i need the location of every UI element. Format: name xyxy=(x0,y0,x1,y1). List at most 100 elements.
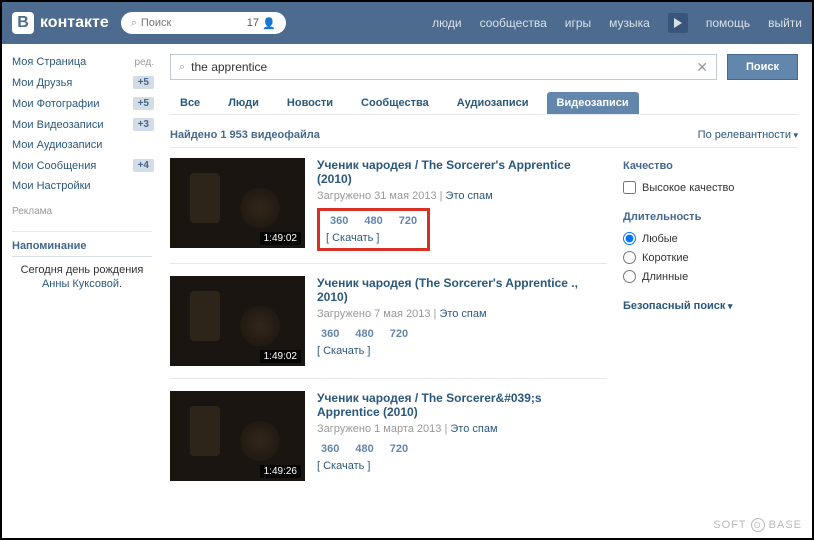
duration-option-2[interactable]: Длинные xyxy=(623,267,798,286)
sidebar-badge[interactable]: +4 xyxy=(133,159,154,172)
filter-quality-title: Качество xyxy=(623,160,798,172)
logo-icon: В xyxy=(12,12,34,34)
notification-count[interactable]: 17 xyxy=(247,17,259,29)
reminder-block: Напоминание Сегодня день рождения Анны К… xyxy=(12,231,152,291)
quality-480[interactable]: 480 xyxy=(351,441,377,457)
sidebar-item-label: Мои Настройки xyxy=(12,180,91,192)
video-meta: Загружено 7 мая 2013 | Это спам xyxy=(317,308,607,320)
quality-360[interactable]: 360 xyxy=(317,441,343,457)
duration-radio[interactable] xyxy=(623,270,636,283)
sidebar-item-1[interactable]: Мои Друзья +5 xyxy=(12,72,162,93)
sidebar-item-label: Моя Страница xyxy=(12,56,86,68)
nav-games[interactable]: игры xyxy=(565,16,591,30)
safe-search-toggle[interactable]: Безопасный поиск xyxy=(623,300,732,312)
tab-все[interactable]: Все xyxy=(170,92,210,114)
reminder-title: Напоминание xyxy=(12,240,152,257)
quality-360[interactable]: 360 xyxy=(317,326,343,342)
quality-720[interactable]: 720 xyxy=(386,441,412,457)
download-link[interactable]: [ Скачать ] xyxy=(317,460,607,472)
video-title[interactable]: Ученик чародея (The Sorcerer's Apprentic… xyxy=(317,276,607,304)
sidebar-item-label: Мои Фотографии xyxy=(12,98,99,110)
spam-link[interactable]: Это спам xyxy=(446,190,493,202)
video-title[interactable]: Ученик чародея / The Sorcerer's Apprenti… xyxy=(317,158,607,186)
tab-люди[interactable]: Люди xyxy=(218,92,269,114)
video-item: 1:49:02 Ученик чародея / The Sorcerer's A… xyxy=(170,158,607,264)
tab-аудиозаписи[interactable]: Аудиозаписи xyxy=(447,92,539,114)
sidebar-item-label: Мои Друзья xyxy=(12,77,72,89)
duration-option-0[interactable]: Любые xyxy=(623,229,798,248)
top-search[interactable]: ⌕ 17 👤 xyxy=(121,12,286,34)
reminder-text: Сегодня день рождения Анны Куксовой. xyxy=(12,263,152,291)
search-tabs: Все Люди Новости Сообщества Аудиозаписи Видео… xyxy=(170,92,798,115)
nav-music[interactable]: музыка xyxy=(609,16,650,30)
spam-link[interactable]: Это спам xyxy=(450,423,497,435)
sidebar-item-6[interactable]: Мои Настройки xyxy=(12,176,162,196)
hd-checkbox-input[interactable] xyxy=(623,181,636,194)
search-box[interactable]: ⌕ ✕ xyxy=(170,54,717,80)
tab-новости[interactable]: Новости xyxy=(277,92,343,114)
spam-link[interactable]: Это спам xyxy=(439,308,486,320)
main-content: ⌕ ✕ Поиск Все Люди Новости Сообщества Аудиоз… xyxy=(162,44,812,505)
quality-720[interactable]: 720 xyxy=(395,213,421,229)
filter-hd-checkbox[interactable]: Высокое качество xyxy=(623,178,798,197)
person-icon: 👤 xyxy=(262,17,276,30)
sidebar-item-2[interactable]: Мои Фотографии +5 xyxy=(12,93,162,114)
sidebar-item-label: Мои Аудиозаписи xyxy=(12,139,102,151)
download-link[interactable]: [ Скачать ] xyxy=(326,232,421,244)
nav-communities[interactable]: сообщества xyxy=(480,16,547,30)
clear-icon[interactable]: ✕ xyxy=(696,59,708,76)
watermark: SOFT O BASE xyxy=(713,518,802,532)
tab-сообщества[interactable]: Сообщества xyxy=(351,92,439,114)
header: В контакте ⌕ 17 👤 люди сообщества игры м… xyxy=(2,2,812,44)
sidebar-badge[interactable]: +5 xyxy=(133,97,154,110)
video-duration: 1:49:02 xyxy=(260,232,301,245)
highlighted-box: 360 480 720 [ Скачать ] xyxy=(317,208,430,251)
video-item: 1:49:02 Ученик чародея (The Sorcerer's Ap… xyxy=(170,276,607,379)
sort-dropdown[interactable]: По релевантности xyxy=(698,129,798,141)
sidebar: Моя Страницаред.Мои Друзья+5Мои Фотограф… xyxy=(2,44,162,505)
search-icon: ⌕ xyxy=(131,17,137,30)
sidebar-item-0[interactable]: Моя Страница ред. xyxy=(12,52,162,72)
filters-panel: Качество Высокое качество Длительность Л… xyxy=(623,158,798,505)
quality-480[interactable]: 480 xyxy=(360,213,386,229)
duration-radio[interactable] xyxy=(623,251,636,264)
reminder-link[interactable]: Анны Куксовой xyxy=(42,278,119,290)
download-link[interactable]: [ Скачать ] xyxy=(317,345,607,357)
video-list: 1:49:02 Ученик чародея / The Sorcerer's A… xyxy=(170,158,607,505)
search-button[interactable]: Поиск xyxy=(727,54,798,80)
sidebar-item-5[interactable]: Мои Сообщения +4 xyxy=(12,155,162,176)
nav-help[interactable]: помощь xyxy=(706,16,750,30)
sidebar-badge[interactable]: +5 xyxy=(133,76,154,89)
nav-people[interactable]: люди xyxy=(432,16,461,30)
search-input[interactable] xyxy=(191,60,696,74)
video-item: 1:49:26 Ученик чародея / The Sorcerer&#03… xyxy=(170,391,607,493)
sidebar-item-3[interactable]: Мои Видеозаписи +3 xyxy=(12,114,162,135)
filter-duration-title: Длительность xyxy=(623,211,798,223)
video-thumbnail[interactable]: 1:49:02 xyxy=(170,276,305,366)
video-meta: Загружено 1 марта 2013 | Это спам xyxy=(317,423,607,435)
video-meta: Загружено 31 мая 2013 | Это спам xyxy=(317,190,607,202)
sidebar-badge[interactable]: +3 xyxy=(133,118,154,131)
video-thumbnail[interactable]: 1:49:02 xyxy=(170,158,305,248)
logo[interactable]: В контакте xyxy=(12,12,109,34)
sidebar-edit-link[interactable]: ред. xyxy=(134,57,154,68)
top-nav: люди сообщества игры музыка помощь выйти xyxy=(432,13,802,33)
video-title[interactable]: Ученик чародея / The Sorcerer&#039;s App… xyxy=(317,391,607,419)
play-icon[interactable] xyxy=(668,13,688,33)
quality-360[interactable]: 360 xyxy=(326,213,352,229)
results-count: Найдено 1 953 видеофайла xyxy=(170,129,320,141)
sidebar-item-label: Мои Сообщения xyxy=(12,160,96,172)
sidebar-item-4[interactable]: Мои Аудиозаписи xyxy=(12,135,162,155)
quality-720[interactable]: 720 xyxy=(386,326,412,342)
top-search-input[interactable] xyxy=(141,17,241,29)
tab-видеозаписи[interactable]: Видеозаписи xyxy=(547,92,639,114)
duration-option-1[interactable]: Короткие xyxy=(623,248,798,267)
nav-logout[interactable]: выйти xyxy=(768,16,802,30)
search-icon: ⌕ xyxy=(179,61,185,74)
duration-radio[interactable] xyxy=(623,232,636,245)
video-thumbnail[interactable]: 1:49:26 xyxy=(170,391,305,481)
logo-text: контакте xyxy=(40,14,109,32)
sidebar-item-label: Мои Видеозаписи xyxy=(12,119,104,131)
quality-480[interactable]: 480 xyxy=(351,326,377,342)
video-duration: 1:49:26 xyxy=(260,465,301,478)
